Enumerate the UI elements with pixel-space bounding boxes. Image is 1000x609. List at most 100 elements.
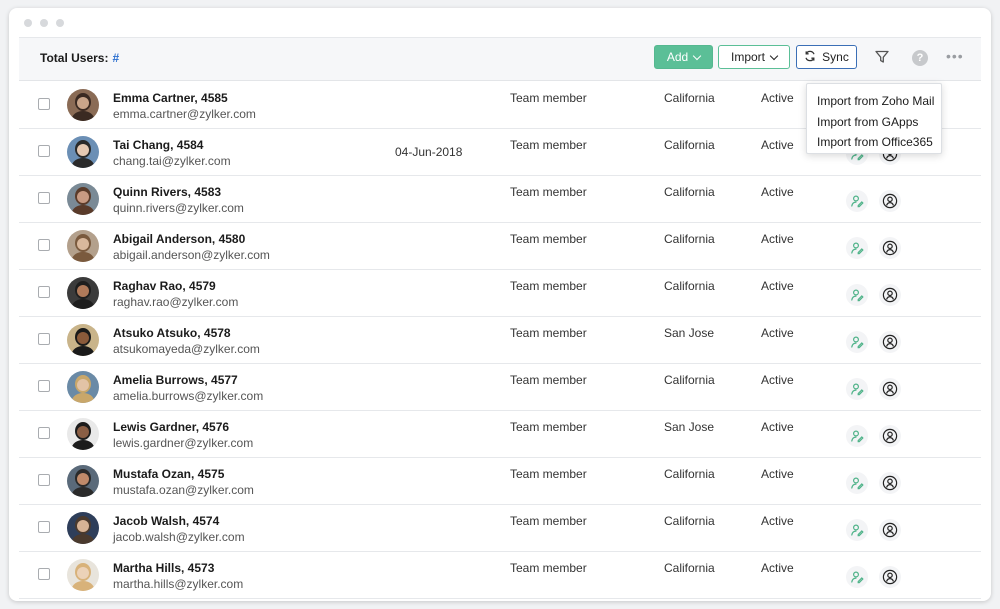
avatar xyxy=(67,324,99,356)
user-edit-icon[interactable] xyxy=(846,519,868,541)
user-name[interactable]: Amelia Burrows, 4577 xyxy=(113,373,238,387)
user-email: jacob.walsh@zylker.com xyxy=(113,530,245,544)
user-edit-icon[interactable] xyxy=(846,566,868,588)
user-edit-icon[interactable] xyxy=(846,378,868,400)
avatar xyxy=(67,465,99,497)
user-edit-icon[interactable] xyxy=(846,190,868,212)
user-location: California xyxy=(664,514,715,528)
user-location: California xyxy=(664,185,715,199)
toolbar: Total Users: # Add Import Sync ? ••• xyxy=(19,37,981,81)
menu-item-import-gapps[interactable]: Import from GApps xyxy=(807,112,941,133)
chevron-down-icon xyxy=(769,51,779,60)
more-icon[interactable]: ••• xyxy=(946,48,964,64)
avatar xyxy=(67,89,99,121)
user-edit-icon[interactable] xyxy=(846,472,868,494)
user-role: Team member xyxy=(510,185,587,199)
row-checkbox[interactable] xyxy=(38,521,50,533)
import-button[interactable]: Import xyxy=(718,45,790,69)
menu-item-import-zoho-mail[interactable]: Import from Zoho Mail xyxy=(807,91,941,112)
row-checkbox[interactable] xyxy=(38,286,50,298)
user-row[interactable]: Martha Hills, 4573 martha.hills@zylker.c… xyxy=(19,552,981,599)
chevron-down-icon xyxy=(692,51,702,60)
row-checkbox[interactable] xyxy=(38,145,50,157)
user-list: Emma Cartner, 4585 emma.cartner@zylker.c… xyxy=(19,82,981,599)
user-status: Active xyxy=(761,326,794,340)
user-role-icon[interactable] xyxy=(879,237,901,259)
row-checkbox[interactable] xyxy=(38,380,50,392)
user-role-icon[interactable] xyxy=(879,425,901,447)
add-button[interactable]: Add xyxy=(654,45,713,69)
user-role-icon[interactable] xyxy=(879,519,901,541)
user-status: Active xyxy=(761,232,794,246)
help-icon[interactable]: ? xyxy=(912,50,928,66)
sync-button[interactable]: Sync xyxy=(796,45,857,69)
user-edit-icon[interactable] xyxy=(846,331,868,353)
user-name[interactable]: Abigail Anderson, 4580 xyxy=(113,232,245,246)
avatar xyxy=(67,183,99,215)
user-edit-icon[interactable] xyxy=(846,284,868,306)
user-location: California xyxy=(664,373,715,387)
row-checkbox[interactable] xyxy=(38,568,50,580)
user-role-icon[interactable] xyxy=(879,472,901,494)
window-dot[interactable] xyxy=(56,19,64,27)
user-row[interactable]: Quinn Rivers, 4583 quinn.rivers@zylker.c… xyxy=(19,176,981,223)
user-role: Team member xyxy=(510,232,587,246)
window-dot[interactable] xyxy=(40,19,48,27)
user-role-icon[interactable] xyxy=(879,284,901,306)
import-button-label: Import xyxy=(730,50,765,64)
row-checkbox[interactable] xyxy=(38,192,50,204)
user-role: Team member xyxy=(510,138,587,152)
user-location: San Jose xyxy=(664,420,715,434)
import-dropdown-menu: Import from Zoho Mail Import from GApps … xyxy=(806,83,942,154)
user-row[interactable]: Abigail Anderson, 4580 abigail.anderson@… xyxy=(19,223,981,270)
filter-icon[interactable] xyxy=(874,49,890,70)
user-row[interactable]: Raghav Rao, 4579 raghav.rao@zylker.com T… xyxy=(19,270,981,317)
user-name[interactable]: Emma Cartner, 4585 xyxy=(113,91,228,105)
user-name[interactable]: Quinn Rivers, 4583 xyxy=(113,185,221,199)
user-row[interactable]: Mustafa Ozan, 4575 mustafa.ozan@zylker.c… xyxy=(19,458,981,505)
user-name[interactable]: Tai Chang, 4584 xyxy=(113,138,203,152)
user-location: San Jose xyxy=(664,326,715,340)
user-row[interactable]: Lewis Gardner, 4576 lewis.gardner@zylker… xyxy=(19,411,981,458)
user-date: 04-Jun-2018 xyxy=(395,145,463,159)
total-users: Total Users: # xyxy=(40,51,119,65)
user-email: lewis.gardner@zylker.com xyxy=(113,436,254,450)
row-checkbox[interactable] xyxy=(38,474,50,486)
user-row[interactable]: Atsuko Atsuko, 4578 atsukomayeda@zylker.… xyxy=(19,317,981,364)
user-name[interactable]: Martha Hills, 4573 xyxy=(113,561,214,575)
user-location: California xyxy=(664,467,715,481)
user-name[interactable]: Jacob Walsh, 4574 xyxy=(113,514,219,528)
row-checkbox[interactable] xyxy=(38,427,50,439)
user-role: Team member xyxy=(510,326,587,340)
user-status: Active xyxy=(761,373,794,387)
add-button-label: Add xyxy=(666,50,689,64)
user-edit-icon[interactable] xyxy=(846,237,868,259)
avatar xyxy=(67,418,99,450)
menu-item-import-office365[interactable]: Import from Office365 xyxy=(807,132,941,153)
user-role-icon[interactable] xyxy=(879,331,901,353)
user-role: Team member xyxy=(510,279,587,293)
user-status: Active xyxy=(761,514,794,528)
row-checkbox[interactable] xyxy=(38,98,50,110)
total-users-label: Total Users: xyxy=(40,51,109,65)
avatar xyxy=(67,136,99,168)
user-name[interactable]: Raghav Rao, 4579 xyxy=(113,279,216,293)
user-name[interactable]: Mustafa Ozan, 4575 xyxy=(113,467,224,481)
row-checkbox[interactable] xyxy=(38,333,50,345)
user-edit-icon[interactable] xyxy=(846,425,868,447)
user-name[interactable]: Lewis Gardner, 4576 xyxy=(113,420,229,434)
user-role: Team member xyxy=(510,467,587,481)
user-status: Active xyxy=(761,561,794,575)
user-location: California xyxy=(664,232,715,246)
window-dot[interactable] xyxy=(24,19,32,27)
user-row[interactable]: Jacob Walsh, 4574 jacob.walsh@zylker.com… xyxy=(19,505,981,552)
user-location: California xyxy=(664,561,715,575)
user-role-icon[interactable] xyxy=(879,378,901,400)
user-row[interactable]: Amelia Burrows, 4577 amelia.burrows@zylk… xyxy=(19,364,981,411)
user-name[interactable]: Atsuko Atsuko, 4578 xyxy=(113,326,231,340)
user-email: mustafa.ozan@zylker.com xyxy=(113,483,254,497)
user-role-icon[interactable] xyxy=(879,190,901,212)
user-email: atsukomayeda@zylker.com xyxy=(113,342,260,356)
row-checkbox[interactable] xyxy=(38,239,50,251)
user-role-icon[interactable] xyxy=(879,566,901,588)
